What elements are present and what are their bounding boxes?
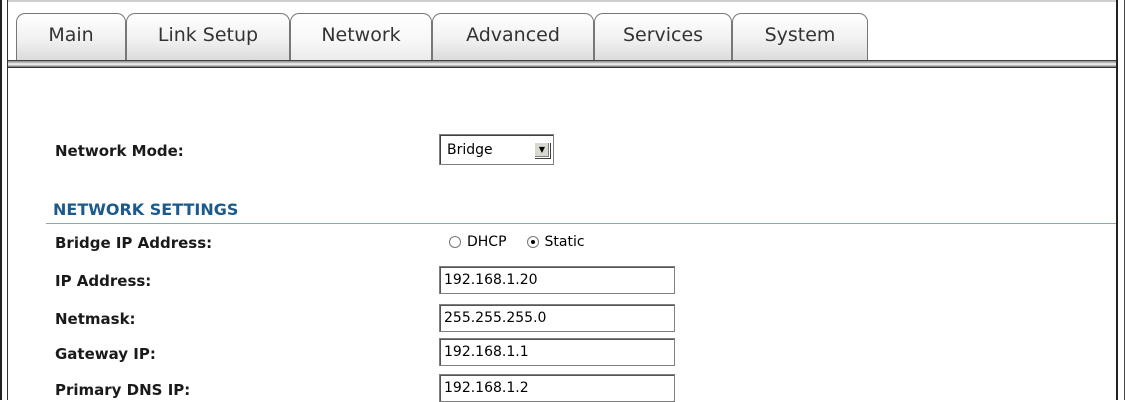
tab-link-setup[interactable]: Link Setup xyxy=(126,13,290,60)
tab-services[interactable]: Services xyxy=(594,13,732,60)
network-settings-title: NETWORK SETTINGS xyxy=(53,200,239,219)
section-rule xyxy=(46,223,1116,224)
tab-divider-bar xyxy=(8,60,1116,68)
gateway-ip-label: Gateway IP: xyxy=(55,345,156,363)
primary-dns-label: Primary DNS IP: xyxy=(55,381,191,399)
primary-dns-input[interactable] xyxy=(439,374,675,402)
triangle-down-icon[interactable]: ▼ xyxy=(534,141,550,158)
frame-left-border xyxy=(0,0,8,400)
static-label: Static xyxy=(544,234,585,250)
frame-right-border xyxy=(1116,0,1125,400)
tab-network[interactable]: Network xyxy=(290,13,432,60)
ip-address-input[interactable] xyxy=(439,266,675,294)
netmask-input[interactable] xyxy=(439,304,675,332)
network-page-content: Network Mode: Bridge ▼ NETWORK SETTINGS … xyxy=(8,68,1116,402)
tab-system[interactable]: System xyxy=(732,13,868,60)
bridge-ip-label: Bridge IP Address: xyxy=(55,234,213,252)
network-mode-selected: Bridge xyxy=(447,141,493,158)
dhcp-radio[interactable] xyxy=(449,236,461,248)
bridge-ip-radio-group: DHCP Static xyxy=(449,234,605,250)
tab-main[interactable]: Main xyxy=(16,13,126,60)
netmask-label: Netmask: xyxy=(55,310,136,328)
network-mode-label: Network Mode: xyxy=(55,142,184,160)
tab-advanced[interactable]: Advanced xyxy=(432,13,594,60)
browser-frame: Main Link Setup Network Advanced Service… xyxy=(0,0,1125,402)
ip-address-label: IP Address: xyxy=(55,272,152,290)
dhcp-label: DHCP xyxy=(467,234,507,250)
tab-bar: Main Link Setup Network Advanced Service… xyxy=(8,8,1116,60)
frame-top-edge xyxy=(0,0,1125,2)
network-mode-select[interactable]: Bridge ▼ xyxy=(439,134,554,165)
static-radio[interactable] xyxy=(526,236,539,248)
gateway-ip-input[interactable] xyxy=(439,338,675,366)
